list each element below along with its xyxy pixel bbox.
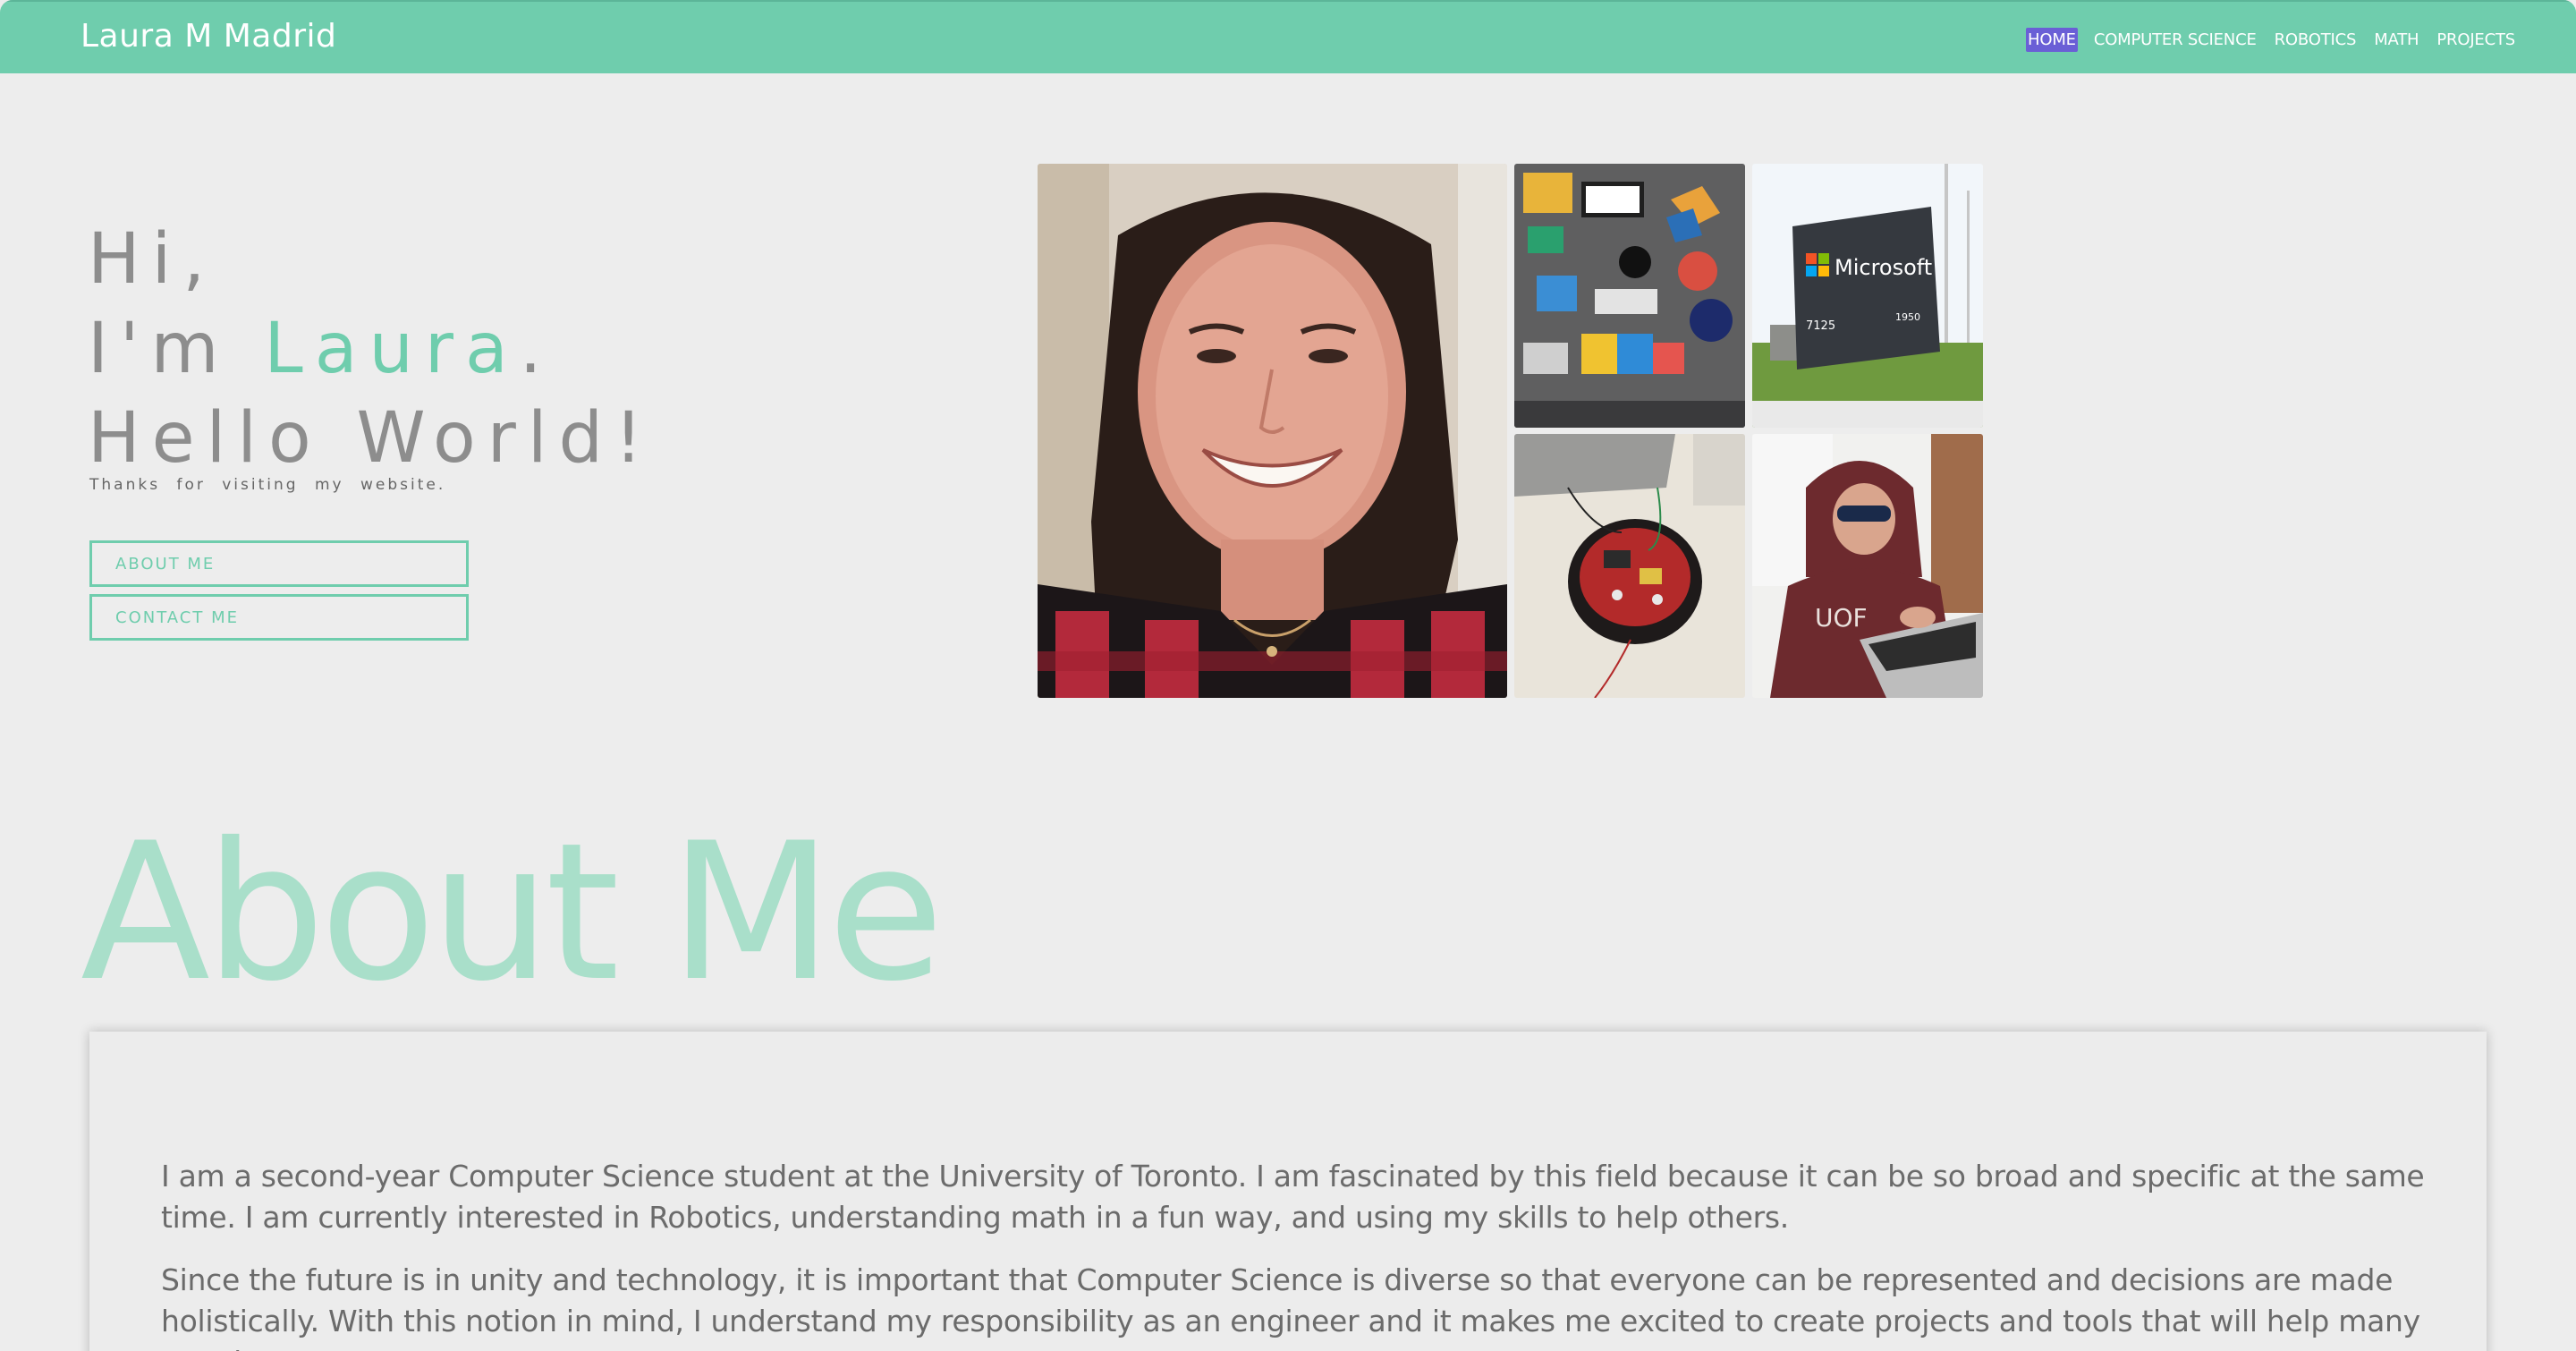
svg-text:UOF: UOF bbox=[1815, 603, 1868, 633]
hero-line-name: I'm Laura. bbox=[88, 304, 654, 394]
hero-line-hi: Hi, bbox=[88, 219, 217, 300]
profile-photo bbox=[1038, 164, 1507, 698]
page: Laura M Madrid HOME COMPUTER SCIENCE ROB… bbox=[0, 0, 2576, 1351]
hero-line-hello: Hello World! bbox=[88, 398, 655, 479]
about-paragraph-1: I am a second-year Computer Science stud… bbox=[161, 1159, 2425, 1235]
sign-number-left: 7125 bbox=[1806, 319, 1835, 333]
hero-heading: Hi, I'm Laura. Hello World! bbox=[88, 215, 654, 483]
hero-tagline: Thanks for visiting my website. bbox=[89, 476, 446, 494]
nav-link-home[interactable]: HOME bbox=[2026, 28, 2078, 52]
hoodie-laptop-photo: UOF bbox=[1752, 434, 1983, 698]
robot-photo bbox=[1514, 434, 1745, 698]
nav-link-math[interactable]: MATH bbox=[2372, 28, 2420, 52]
hero-name-suffix: . bbox=[519, 309, 554, 389]
nav-links: HOME COMPUTER SCIENCE ROBOTICS MATH PROJ… bbox=[2012, 28, 2517, 52]
hero-name-prefix: I'm bbox=[88, 309, 265, 389]
microsoft-sign-text: Microsoft bbox=[1835, 255, 1932, 280]
about-title: About Me bbox=[80, 802, 945, 1023]
sign-number-right: 1950 bbox=[1895, 311, 1920, 323]
navbar: Laura M Madrid HOME COMPUTER SCIENCE ROB… bbox=[0, 0, 2576, 73]
nav-link-computer-science[interactable]: COMPUTER SCIENCE bbox=[2092, 28, 2258, 52]
nav-link-projects[interactable]: PROJECTS bbox=[2435, 28, 2517, 52]
about-me-button[interactable]: ABOUT ME bbox=[89, 540, 469, 587]
hero-name: Laura bbox=[264, 309, 520, 389]
about-paragraph-2: Since the future is in unity and technol… bbox=[161, 1262, 2420, 1351]
microsoft-sign-photo: Microsoft 7125 1950 bbox=[1752, 164, 1983, 428]
about-card: I am a second-year Computer Science stud… bbox=[89, 1032, 2487, 1351]
contact-me-button[interactable]: CONTACT ME bbox=[89, 594, 469, 641]
laptop-stickers-photo bbox=[1514, 164, 1745, 428]
site-brand[interactable]: Laura M Madrid bbox=[80, 18, 336, 55]
nav-link-robotics[interactable]: ROBOTICS bbox=[2273, 28, 2359, 52]
